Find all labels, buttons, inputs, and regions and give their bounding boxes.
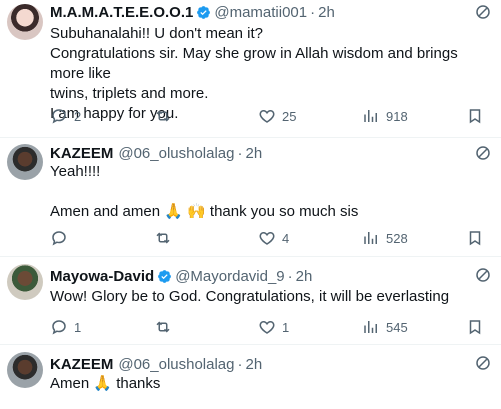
author-name[interactable]: M.A.M.A.T.E.E.O.O.1 xyxy=(50,4,193,21)
bookmark-button[interactable] xyxy=(466,228,490,248)
retweet-icon xyxy=(156,321,170,333)
text-line: Amen 🙏 thanks xyxy=(50,375,161,392)
retweet-button[interactable] xyxy=(154,106,178,126)
avatar[interactable] xyxy=(7,4,43,40)
tweet[interactable]: M.A.M.A.T.E.E.O.O.1 @mamatii001 · 2h Sub… xyxy=(0,0,501,137)
bookmark-icon xyxy=(469,109,481,124)
like-icon xyxy=(259,109,275,123)
verified-icon xyxy=(158,269,172,283)
tweet-text: Amen 🙏 thanks xyxy=(50,374,491,394)
text-line: twins, triplets and more. xyxy=(50,85,209,102)
retweet-icon xyxy=(156,110,170,122)
retweet-button[interactable] xyxy=(154,228,178,248)
like-count: 4 xyxy=(282,230,290,246)
author-name[interactable]: KAZEEM xyxy=(50,356,113,373)
reply-icon xyxy=(52,109,66,124)
views-count: 545 xyxy=(386,319,408,335)
separator-dot: · xyxy=(310,3,316,21)
author-name[interactable]: Mayowa-David xyxy=(50,268,154,285)
timestamp[interactable]: 2h xyxy=(296,268,313,285)
timestamp[interactable]: 2h xyxy=(246,356,263,373)
like-count: 1 xyxy=(282,319,290,335)
tweet[interactable]: KAZEEM @06_olusholalag · 2h Yeah!!!! Ame… xyxy=(0,138,501,255)
views-button[interactable]: 545 xyxy=(362,317,408,337)
more-icon[interactable] xyxy=(474,354,492,372)
reply-count: 1 xyxy=(74,319,82,335)
bookmark-icon xyxy=(469,231,481,246)
author-handle[interactable]: @06_olusholalag xyxy=(118,356,234,373)
verified-icon xyxy=(197,5,211,19)
text-line: Yeah!!!! xyxy=(50,163,101,180)
reply-button[interactable] xyxy=(50,228,74,248)
timestamp[interactable]: 2h xyxy=(318,4,335,21)
like-button[interactable]: 25 xyxy=(258,106,296,126)
action-bar: 2 25 918 xyxy=(50,106,490,126)
action-bar: 1 1 545 xyxy=(50,317,490,337)
bookmark-icon xyxy=(469,320,481,335)
more-icon[interactable] xyxy=(474,266,492,284)
text-line: Wow! Glory be to God. Congratulations, i… xyxy=(50,288,450,305)
retweet-button[interactable] xyxy=(154,317,178,337)
tweet-text: Wow! Glory be to God. Congratulations, i… xyxy=(50,287,491,307)
avatar[interactable] xyxy=(7,352,43,388)
separator-dot: · xyxy=(237,355,243,373)
more-icon[interactable] xyxy=(474,144,492,162)
tweet[interactable]: Mayowa-David @Mayordavid_9 · 2h Wow! Glo… xyxy=(0,257,501,343)
views-icon xyxy=(364,110,377,122)
separator-dot: · xyxy=(237,144,243,162)
like-button[interactable]: 1 xyxy=(258,317,289,337)
views-button[interactable]: 528 xyxy=(362,228,408,248)
tweet[interactable]: KAZEEM @06_olusholalag · 2h Amen 🙏 thank… xyxy=(0,345,501,409)
text-line: Subuhanalahi!! U don't mean it? xyxy=(50,25,264,42)
text-line xyxy=(50,182,491,202)
more-icon[interactable] xyxy=(474,3,492,21)
author-handle[interactable]: @06_olusholalag xyxy=(118,145,234,162)
reply-icon xyxy=(52,320,66,335)
reply-button[interactable]: 1 xyxy=(50,317,81,337)
tweet-text: Yeah!!!! Amen and amen 🙏 🙌 thank you so … xyxy=(50,162,491,222)
views-button[interactable]: 918 xyxy=(362,106,408,126)
reply-icon xyxy=(52,231,66,246)
timestamp[interactable]: 2h xyxy=(246,145,263,162)
avatar[interactable] xyxy=(7,264,43,300)
like-icon xyxy=(259,320,275,334)
author-handle[interactable]: @Mayordavid_9 xyxy=(175,268,284,285)
bookmark-button[interactable] xyxy=(466,106,490,126)
like-icon xyxy=(259,231,275,245)
text-line: Congratulations sir. May she grow in All… xyxy=(50,45,462,82)
views-count: 918 xyxy=(386,108,408,124)
author-handle[interactable]: @mamatii001 xyxy=(214,4,307,21)
action-bar: 4 528 xyxy=(50,228,490,248)
separator-dot: · xyxy=(287,267,293,285)
reply-button[interactable]: 2 xyxy=(50,106,81,126)
retweet-icon xyxy=(156,232,170,244)
like-count: 25 xyxy=(282,108,297,124)
author-name[interactable]: KAZEEM xyxy=(50,145,113,162)
views-icon xyxy=(364,232,377,244)
bookmark-button[interactable] xyxy=(466,317,490,337)
views-count: 528 xyxy=(386,230,408,246)
text-line: Amen and amen 🙏 🙌 thank you so much sis xyxy=(50,203,359,220)
views-icon xyxy=(364,321,377,333)
like-button[interactable]: 4 xyxy=(258,228,289,248)
avatar[interactable] xyxy=(7,144,43,180)
reply-count: 2 xyxy=(74,108,82,124)
